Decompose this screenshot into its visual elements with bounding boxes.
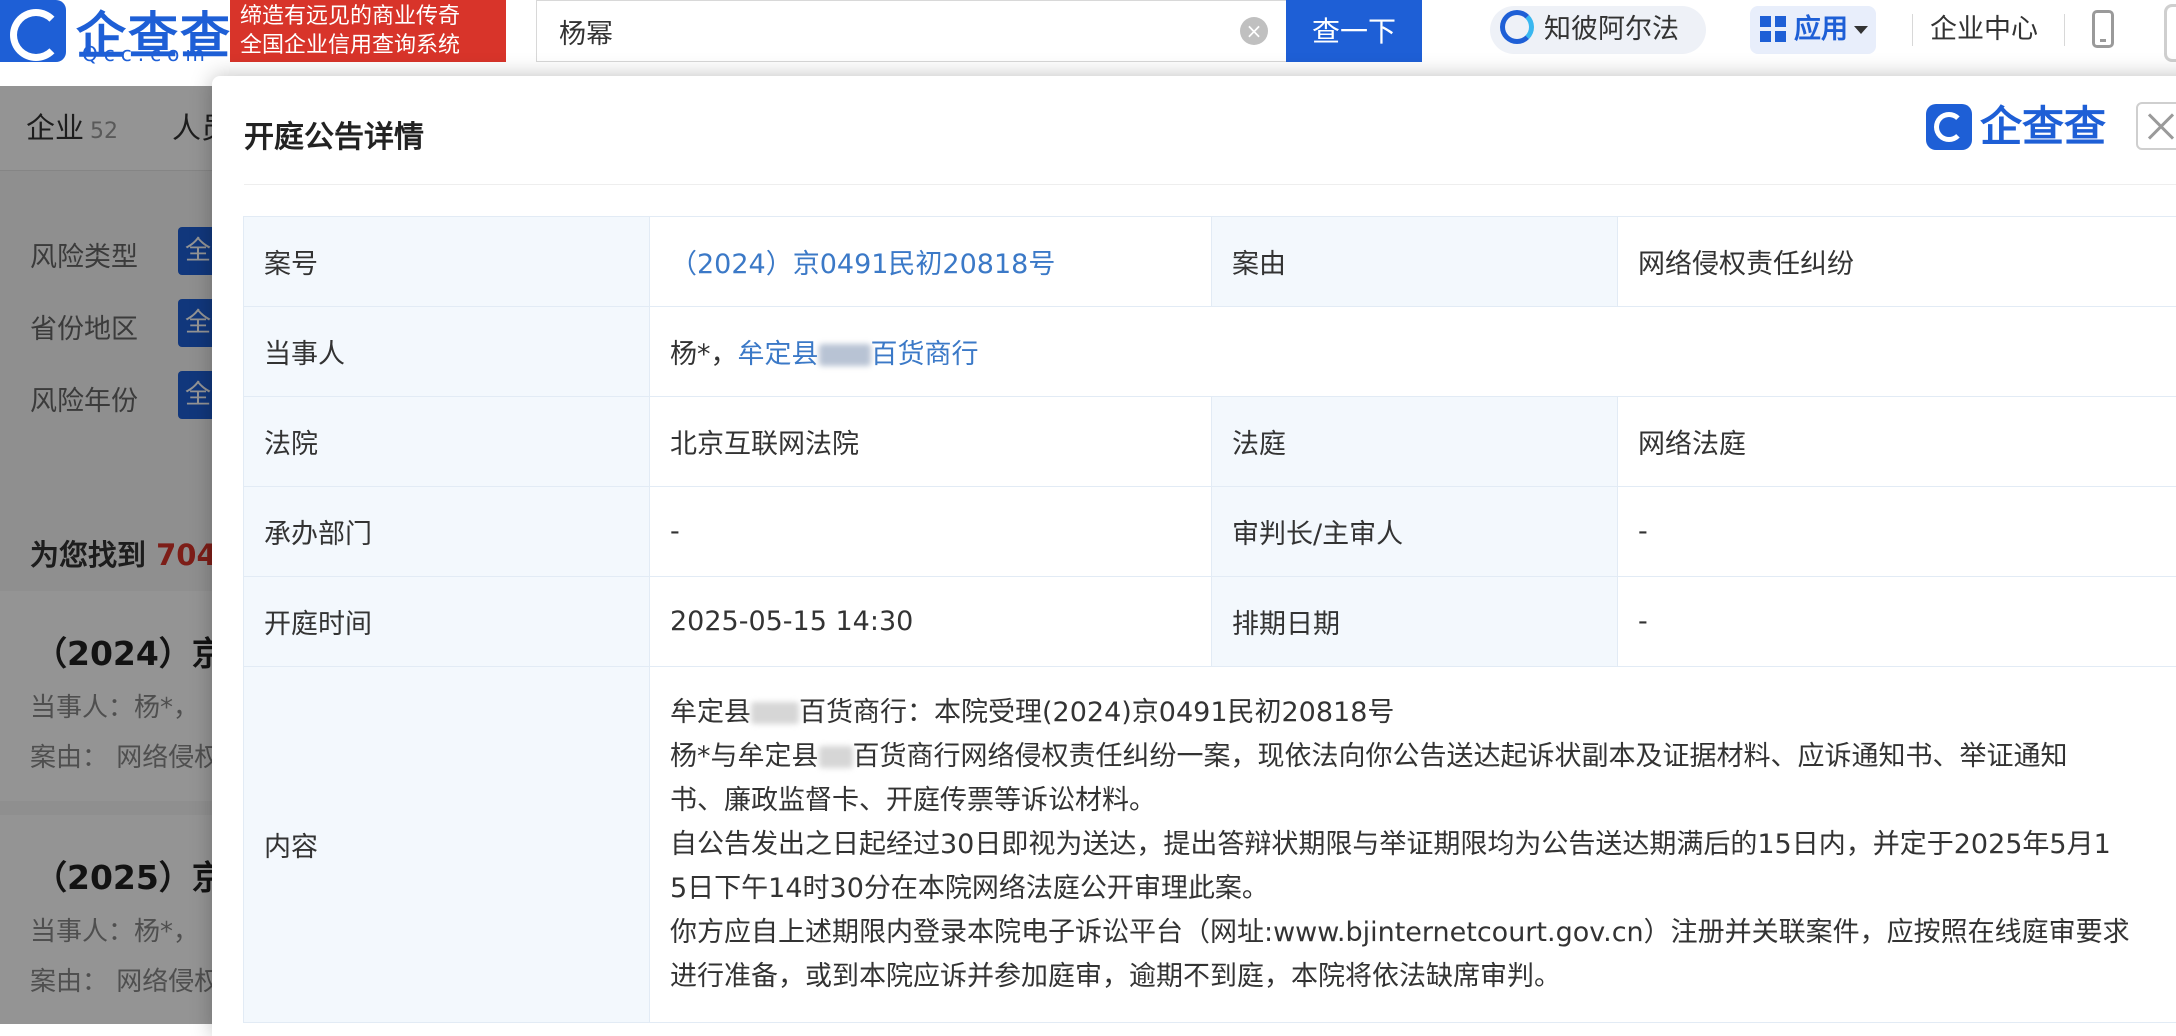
case-number-cell: （2024）京0491民初20818号 [650,217,1212,307]
judge-label: 审判长/主审人 [1212,487,1618,577]
zhibi-label: 知彼阿尔法 [1544,14,1679,45]
tribunal-value: 网络法庭 [1618,397,2176,487]
slogan-banner: 缔造有远见的商业传奇 全国企业信用查询系统 [230,0,506,62]
schedule-date-value: - [1618,577,2176,667]
court-label: 法院 [244,397,650,487]
header-divider [2064,14,2065,46]
case-number-link[interactable]: （2024）京0491民初20818号 [670,249,1055,280]
redacted-mark [751,702,799,724]
hearing-time-label: 开庭时间 [244,577,650,667]
department-label: 承办部门 [244,487,650,577]
table-row: 承办部门 - 审判长/主审人 - [244,487,2176,577]
table-row: 开庭时间 2025-05-15 14:30 排期日期 - [244,577,2176,667]
content-value: 牟定县百货商行：本院受理(2024)京0491民初20818号 杨*与牟定县百货… [650,667,2176,1023]
hearing-detail-table: 案号 （2024）京0491民初20818号 案由 网络侵权责任纠纷 当事人 杨… [243,216,2176,1023]
content-line: 进行准备，或到本院应诉并参加庭审，逾期不到庭，本院将依法缺席审判。 [670,955,2176,999]
table-row: 法院 北京互联网法院 法庭 网络法庭 [244,397,2176,487]
party-company-link[interactable]: 牟定县百货商行 [738,339,979,370]
logo-domain: Qcc.com [82,42,211,66]
tribunal-label: 法庭 [1212,397,1618,487]
slogan-line-1: 缔造有远见的商业传奇 [240,2,496,31]
redacted-mark [819,344,871,366]
content-line: 5日下午14时30分在本院网络法庭公开审理此案。 [670,867,2176,911]
department-value: - [650,487,1212,577]
table-row: 当事人 杨*，牟定县百货商行 [244,307,2176,397]
caret-down-icon [1854,26,1868,34]
user-panel-edge[interactable] [2164,4,2176,62]
court-value: 北京互联网法院 [650,397,1212,487]
content-line: 自公告发出之日起经过30日即视为送达，提出答辩状期限与举证期限均为公告送达期满后… [670,823,2176,867]
mobile-icon[interactable] [2092,10,2114,48]
search-input[interactable] [536,0,1286,62]
redacted-mark [819,746,853,768]
header-divider [1912,14,1913,46]
modal-divider [244,184,2176,185]
hearing-notice-modal: 开庭公告详情 企查查 案号 （2024）京0491民初20818号 案由 网络侵… [212,76,2176,1036]
close-icon[interactable] [2136,102,2176,150]
qcc-logo-icon [1926,104,1972,150]
content-line: 你方应自上述期限内登录本院电子诉讼平台（网址:www.bjinternetcou… [670,911,2176,955]
party-value: 杨*，牟定县百货商行 [650,307,2176,397]
modal-logo: 企查查 [1926,104,2106,150]
hearing-time-value: 2025-05-15 14:30 [650,577,1212,667]
table-row: 案号 （2024）京0491民初20818号 案由 网络侵权责任纠纷 [244,217,2176,307]
content-label: 内容 [244,667,650,1023]
apps-menu-button[interactable]: 应用 [1750,6,1876,54]
content-line: 杨*与牟定县百货商行网络侵权责任纠纷一案，现依法向你公告送达起诉状副本及证据材料… [670,735,2176,779]
qcc-logo-icon[interactable] [0,0,66,62]
table-row: 内容 牟定县百货商行：本院受理(2024)京0491民初20818号 杨*与牟定… [244,667,2176,1023]
clear-icon[interactable]: × [1240,17,1268,45]
top-header: 企查查 Qcc.com 缔造有远见的商业传奇 全国企业信用查询系统 × 查一下 … [0,0,2176,86]
schedule-date-label: 排期日期 [1212,577,1618,667]
judge-value: - [1618,487,2176,577]
slogan-line-2: 全国企业信用查询系统 [240,31,496,60]
modal-logo-text: 企查查 [1980,102,2106,151]
search-button[interactable]: 查一下 [1286,0,1422,62]
party-label: 当事人 [244,307,650,397]
case-number-label: 案号 [244,217,650,307]
party-person: 杨*， [670,339,738,370]
modal-title: 开庭公告详情 [244,112,424,156]
case-cause-value: 网络侵权责任纠纷 [1618,217,2176,307]
enterprise-center-link[interactable]: 企业中心 [1930,6,2038,54]
content-line: 书、廉政监督卡、开庭传票等诉讼材料。 [670,779,2176,823]
grid-icon [1760,16,1786,42]
case-cause-label: 案由 [1212,217,1618,307]
apps-label: 应用 [1794,14,1848,45]
zhibi-logo-icon [1500,10,1534,44]
content-line: 牟定县百货商行：本院受理(2024)京0491民初20818号 [670,691,2176,735]
zhibi-alpha-button[interactable]: 知彼阿尔法 [1490,6,1706,54]
